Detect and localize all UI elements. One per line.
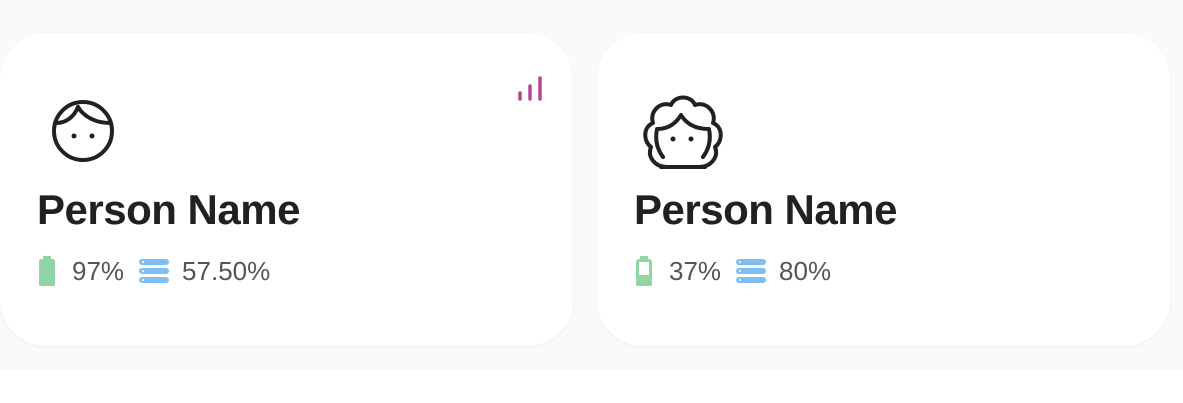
storage-icon <box>735 257 767 285</box>
device-stats: 97% 57.50% <box>38 255 270 287</box>
signal-bars-icon <box>515 73 545 103</box>
battery-full-icon <box>38 255 56 287</box>
battery-partial-icon <box>635 255 653 287</box>
battery-level: 37% <box>669 255 722 286</box>
girl-face-icon <box>641 93 727 179</box>
person-card[interactable]: Person Name 97% 57.50% <box>0 33 573 346</box>
device-stats: 37% 80% <box>635 255 831 287</box>
person-card[interactable]: Person Name 37% 80% <box>597 33 1170 346</box>
person-name: Person Name <box>37 186 300 233</box>
battery-level: 97% <box>72 255 125 286</box>
person-name: Person Name <box>634 186 897 233</box>
boy-face-icon <box>44 93 130 179</box>
dashboard-canvas: Person Name 97% 57.50% Person Name 37% 8… <box>0 0 1183 370</box>
storage-usage: 57.50% <box>182 255 271 286</box>
storage-icon <box>138 257 170 285</box>
storage-usage: 80% <box>779 255 832 286</box>
